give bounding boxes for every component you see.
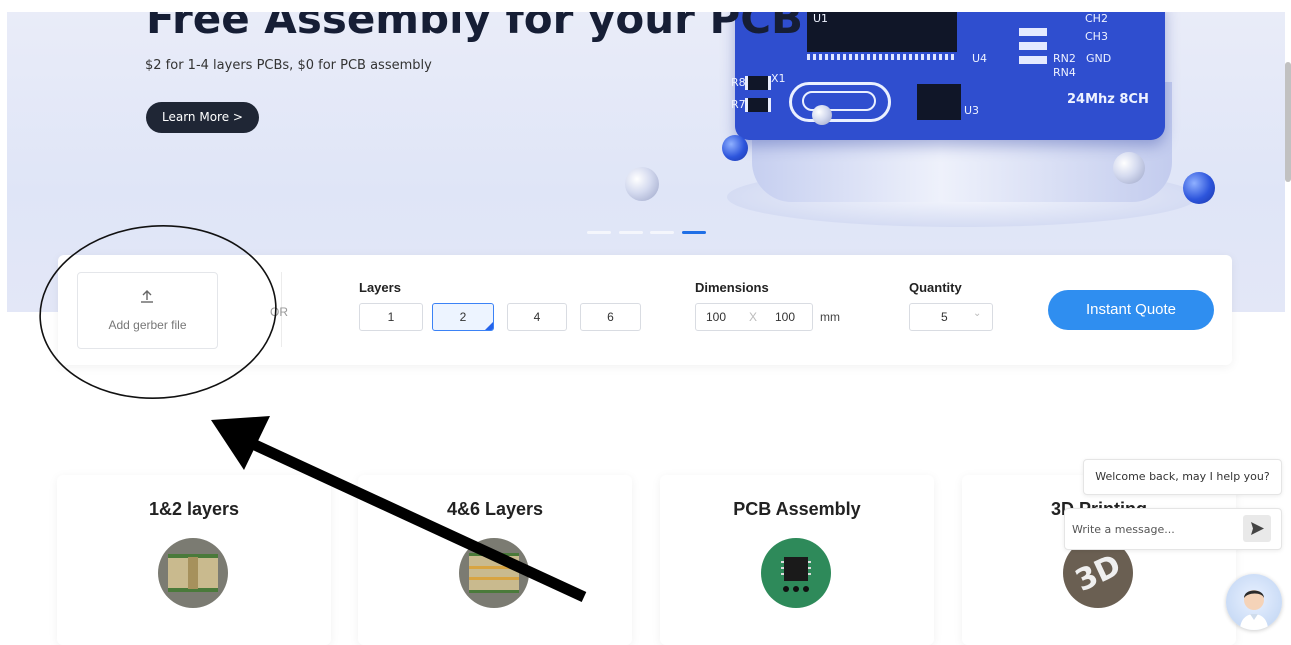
scrollbar-thumb[interactable] [1285,62,1291,182]
carousel-dot[interactable] [619,231,643,234]
header-pin [1019,42,1047,50]
resistor [745,76,771,90]
instant-quote-button[interactable]: Instant Quote [1048,290,1214,330]
header-pin [1019,56,1047,64]
learn-more-button[interactable]: Learn More > [146,102,259,133]
layer-option-6[interactable]: 6 [580,303,641,331]
dimension-unit: mm [820,310,840,324]
board-label: R8 [731,76,746,89]
dimensions-label: Dimensions [695,280,769,295]
chat-welcome-bubble: Welcome back, may I help you? [1083,459,1282,495]
board-label: RN4 [1053,66,1076,79]
board-label: U4 [972,52,988,65]
board-label: U1 [813,12,829,25]
layer-option-2-selected[interactable]: 2 [432,303,494,331]
chip-pins [807,54,957,60]
resistor [745,98,771,112]
board-label: U3 [964,104,980,117]
decorative-sphere [1113,152,1145,184]
small-ic [917,84,961,120]
chevron-down-icon: ⌄ [973,308,982,319]
hero-title: Free Assembly for your PCB [146,12,804,43]
chip-assembly-icon [761,538,831,608]
send-button[interactable] [1243,515,1271,542]
card-accent [177,627,207,631]
support-agent-avatar[interactable] [1226,574,1282,630]
carousel-dot[interactable] [650,231,674,234]
four-six-layer-pcb-icon [459,538,529,608]
service-card-pcb-assembly[interactable]: PCB Assembly [660,475,934,645]
layer-option-4[interactable]: 4 [507,303,567,331]
add-gerber-file-button[interactable]: Add gerber file [77,272,218,349]
agent-avatar-icon [1240,590,1268,630]
dimension-separator: X [749,310,758,324]
upload-icon [141,290,153,303]
carousel-dot[interactable] [587,231,611,234]
board-label: CH2 [1085,12,1108,25]
header-pin [1019,28,1047,36]
send-icon [1251,522,1264,535]
card-title: PCB Assembly [733,499,861,519]
board-label: RN2 [1053,52,1076,65]
decorative-sphere [1183,172,1215,204]
two-layer-pcb-icon [158,538,228,608]
decorative-sphere [812,105,832,125]
or-separator: OR [270,305,288,319]
chat-placeholder: Write a message... [1072,523,1175,536]
layers-label: Layers [359,280,401,295]
upload-label: Add gerber file [108,318,187,332]
board-caption: 24Mhz 8CH [1067,92,1149,107]
decorative-sphere [625,167,659,201]
board-label: CH3 [1085,30,1108,43]
decorative-sphere [722,135,748,161]
service-card-3d-printing[interactable]: 3D Printing 3D [962,475,1236,645]
crystal-oscillator [789,82,891,122]
board-label: R7 [731,98,746,111]
dimension-y-value[interactable]: 100 [775,310,795,324]
quantity-value: 5 [941,310,948,324]
dimension-x-value[interactable]: 100 [706,310,726,324]
quantity-select[interactable]: 5 ⌄ [909,303,993,331]
board-label: X1 [771,72,786,85]
service-card-1-2-layers[interactable]: 1&2 layers [57,475,331,645]
board-label: GND [1086,52,1112,65]
hero-subtitle: $2 for 1-4 layers PCBs, $0 for PCB assem… [145,58,432,73]
carousel-dot-active[interactable] [682,231,706,234]
service-card-4-6-layers[interactable]: 4&6 Layers [358,475,632,645]
layer-option-1[interactable]: 1 [359,303,423,331]
quantity-label: Quantity [909,280,962,295]
card-title: 4&6 Layers [446,499,544,519]
card-title: 1&2 layers [148,499,240,519]
dimensions-input[interactable]: 100 X 100 [695,303,813,331]
mcu-chip [807,12,957,52]
